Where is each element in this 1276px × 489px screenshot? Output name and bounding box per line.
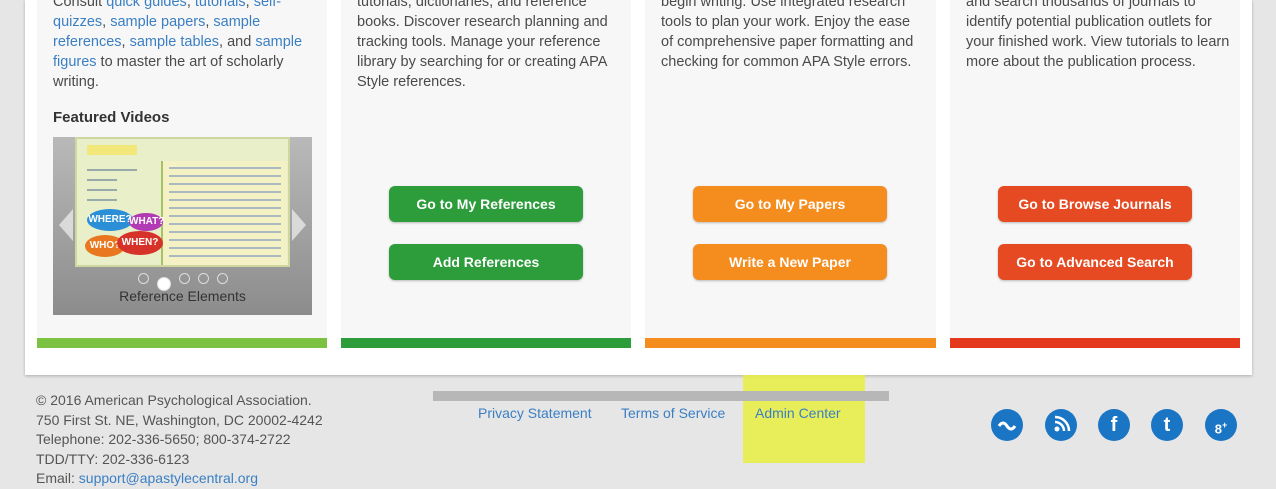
carousel-dot[interactable]: [178, 273, 190, 284]
footer-gray-bar: [433, 391, 889, 401]
terms-of-service-link[interactable]: Terms of Service: [621, 405, 725, 421]
apa-icon[interactable]: [991, 409, 1023, 441]
video-caption: Reference Elements: [119, 288, 246, 304]
writing-center-description: Consult quick guides, tutorials, self-qu…: [53, 0, 317, 92]
bubble-what: WHAT?: [129, 213, 164, 231]
go-to-my-references-button[interactable]: Go to My References: [389, 186, 583, 222]
column-color-bar: [341, 338, 631, 348]
papers-description: begin writing. Use integrated research t…: [661, 0, 914, 70]
footer-address: 750 First St. NE, Washington, DC 20002-4…: [36, 411, 323, 428]
references-description: tutorials, dictionaries, and reference b…: [357, 0, 608, 90]
footer-copyright: © 2016 American Psychological Associatio…: [36, 392, 312, 408]
go-to-my-papers-button[interactable]: Go to My Papers: [693, 186, 887, 222]
admin-center-link[interactable]: Admin Center: [755, 405, 841, 421]
support-email-link[interactable]: support@apastylecentral.org: [79, 470, 258, 486]
main-panel: Consult quick guides, tutorials, self-qu…: [25, 0, 1252, 375]
writing-center-column: Consult quick guides, tutorials, self-qu…: [37, 0, 327, 348]
sample-papers-link[interactable]: sample papers: [110, 14, 205, 30]
slide-title-box: [87, 145, 137, 155]
write-new-paper-button[interactable]: Write a New Paper: [693, 244, 887, 280]
go-to-browse-journals-button[interactable]: Go to Browse Journals: [998, 186, 1192, 222]
journals-column: and search thousands of journals to iden…: [950, 0, 1240, 348]
sample-tables-link[interactable]: sample tables: [130, 34, 219, 50]
carousel-dot[interactable]: [197, 273, 209, 284]
video-thumbnail[interactable]: WHERE? WHAT? WHO? WHEN?: [75, 137, 290, 267]
carousel-dot[interactable]: [137, 273, 149, 284]
featured-video-carousel[interactable]: WHERE? WHAT? WHO? WHEN? Reference Elemen…: [53, 137, 312, 315]
tutorials-link[interactable]: tutorials: [195, 0, 246, 10]
slide-reference-table: [161, 161, 287, 265]
column-color-bar: [37, 338, 327, 348]
go-to-advanced-search-button[interactable]: Go to Advanced Search: [998, 244, 1192, 280]
facebook-icon[interactable]: f: [1098, 409, 1130, 441]
carousel-dot[interactable]: [216, 273, 228, 284]
google-plus-icon[interactable]: 8+: [1205, 409, 1237, 441]
journals-description: and search thousands of journals to iden…: [966, 0, 1230, 70]
rss-icon[interactable]: [1045, 409, 1077, 441]
carousel-next-arrow-icon[interactable]: [292, 209, 306, 241]
quick-guides-link[interactable]: quick guides: [106, 0, 187, 10]
carousel-prev-arrow-icon[interactable]: [59, 209, 73, 241]
bubble-when: WHEN?: [117, 231, 163, 255]
twitter-icon[interactable]: t: [1151, 409, 1183, 441]
column-color-bar: [950, 338, 1240, 348]
bubble-where: WHERE?: [87, 209, 133, 231]
privacy-statement-link[interactable]: Privacy Statement: [478, 405, 592, 421]
references-column: tutorials, dictionaries, and reference b…: [341, 0, 631, 348]
featured-videos-heading: Featured Videos: [53, 109, 170, 126]
footer-email-line: Email: support@apastylecentral.org: [36, 470, 258, 486]
footer-contact: © 2016 American Psychological Associatio…: [36, 391, 323, 489]
footer-tdd: TDD/TTY: 202-336-6123: [36, 450, 190, 467]
add-references-button[interactable]: Add References: [389, 244, 583, 280]
papers-column: begin writing. Use integrated research t…: [645, 0, 936, 348]
footer-telephone: Telephone: 202-336-5650; 800-374-2722: [36, 431, 291, 447]
column-color-bar: [645, 338, 936, 348]
